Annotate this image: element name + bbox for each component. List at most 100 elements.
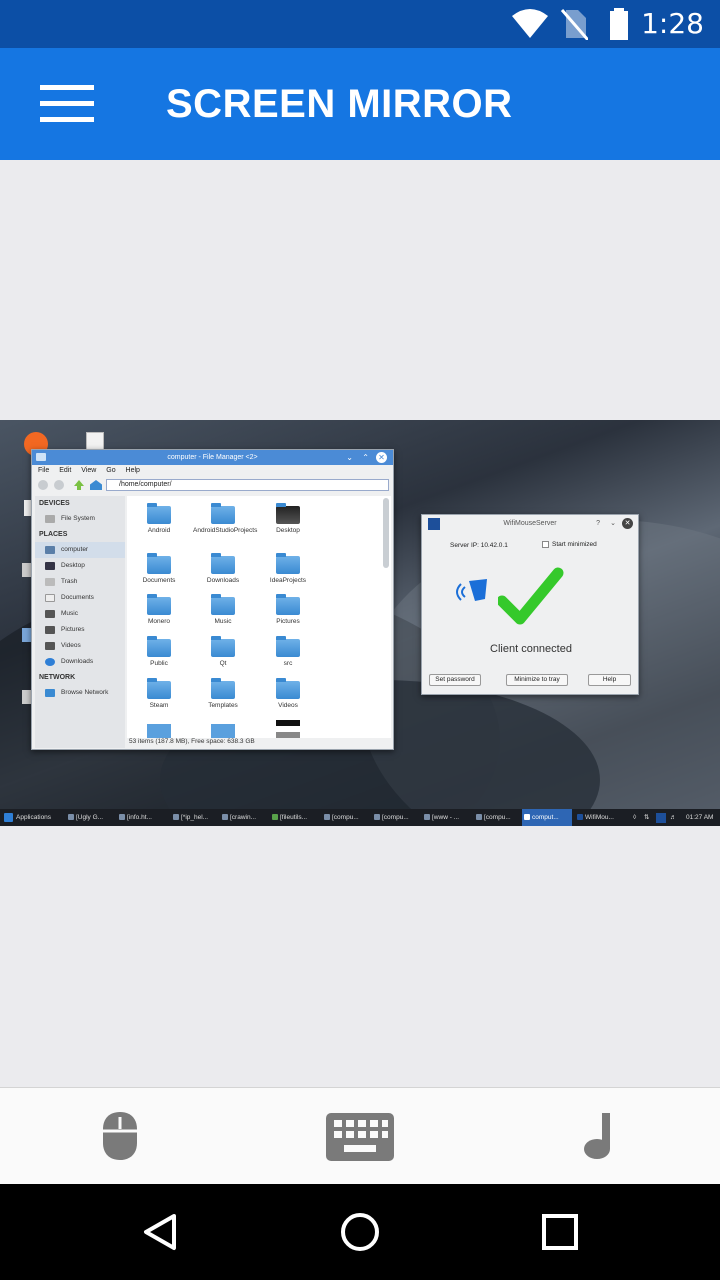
sidebar-item-pictures[interactable]: Pictures bbox=[35, 622, 125, 638]
folder-downloads[interactable]: Downloads bbox=[193, 553, 253, 584]
folder-qt[interactable]: Qt bbox=[193, 636, 253, 667]
navigation-bar bbox=[0, 1184, 720, 1280]
folder-public[interactable]: Public bbox=[129, 636, 189, 667]
status-text: 53 items (187.8 MB), Free space: 638.3 G… bbox=[129, 738, 255, 745]
folder-android[interactable]: Android bbox=[129, 503, 189, 534]
home-icon bbox=[45, 546, 55, 554]
applications-icon bbox=[4, 813, 13, 822]
status-clock: 1:28 bbox=[641, 7, 704, 40]
page-title: SCREEN MIRROR bbox=[166, 82, 513, 126]
menu-go[interactable]: Go bbox=[106, 467, 115, 474]
taskbar-item[interactable]: [crawin... bbox=[220, 809, 268, 826]
location-path-field[interactable]: /home/computer/ bbox=[106, 479, 389, 491]
taskbar-item[interactable]: [compu... bbox=[322, 809, 368, 826]
scrollbar[interactable] bbox=[383, 498, 389, 568]
close-icon[interactable]: ✕ bbox=[376, 452, 387, 463]
menu-edit[interactable]: Edit bbox=[59, 467, 71, 474]
menu-help[interactable]: Help bbox=[126, 467, 140, 474]
folder-androidstudioprojects[interactable]: AndroidStudioProjects bbox=[193, 503, 257, 534]
folder-pictures[interactable]: Pictures bbox=[258, 594, 318, 625]
applications-menu[interactable]: Applications bbox=[2, 809, 64, 826]
file-manager-sidebar: DEVICES File System PLACES computer Desk… bbox=[35, 496, 125, 748]
wifi-icon bbox=[512, 9, 548, 38]
folder-steam[interactable]: Steam bbox=[129, 678, 189, 709]
wifimouse-window[interactable]: WifiMouseServer ? ⌄ ✕ Server IP: 10.42.0… bbox=[421, 514, 639, 695]
maximize-icon[interactable]: ⌃ bbox=[362, 450, 369, 465]
network-tray-icon[interactable]: ⇅ bbox=[644, 809, 649, 826]
collapse-icon[interactable]: ⌄ bbox=[346, 450, 353, 465]
folder-music[interactable]: Music bbox=[193, 594, 253, 625]
screen-mirror-view[interactable]: computer - File Manager <2> ⌄ ⌃ ✕ File E… bbox=[0, 420, 720, 826]
help-button[interactable]: Help bbox=[588, 674, 631, 686]
sidebar-item-trash[interactable]: Trash bbox=[35, 574, 125, 590]
minimize-to-tray-button[interactable]: Minimize to tray bbox=[506, 674, 568, 686]
taskbar-item[interactable]: [compu... bbox=[372, 809, 418, 826]
taskbar-item[interactable]: [Ugly G... bbox=[66, 809, 114, 826]
sidebar-item-music[interactable]: Music bbox=[35, 606, 125, 622]
file-manager-window[interactable]: computer - File Manager <2> ⌄ ⌃ ✕ File E… bbox=[31, 449, 394, 750]
bluetooth-icon[interactable]: ◊ bbox=[633, 809, 636, 826]
menu-file[interactable]: File bbox=[38, 467, 49, 474]
menu-view[interactable]: View bbox=[81, 467, 96, 474]
folder-videos[interactable]: Videos bbox=[258, 678, 318, 709]
wifimouse-app-icon bbox=[428, 518, 440, 530]
folder-documents[interactable]: Documents bbox=[129, 553, 189, 584]
file-partial[interactable] bbox=[276, 720, 300, 738]
folder-desktop[interactable]: Desktop bbox=[258, 503, 318, 534]
wifimouse-tray-icon[interactable] bbox=[656, 813, 666, 823]
music-note-icon[interactable] bbox=[582, 1111, 618, 1161]
collapse-icon[interactable]: ⌄ bbox=[610, 515, 616, 533]
folder-monero[interactable]: Monero bbox=[129, 594, 189, 625]
sidebar-item-file-system[interactable]: File System bbox=[35, 511, 125, 527]
sidebar-item-documents[interactable]: Documents bbox=[35, 590, 125, 606]
hamburger-icon[interactable] bbox=[40, 85, 94, 123]
desktop-icon bbox=[45, 562, 55, 570]
forward-arrow-icon[interactable] bbox=[54, 480, 64, 490]
music-icon bbox=[45, 610, 55, 618]
status-bar: 1:28 bbox=[0, 0, 720, 48]
sidebar-item-desktop[interactable]: Desktop bbox=[35, 558, 125, 574]
downloads-icon bbox=[45, 658, 55, 666]
sidebar-item-videos[interactable]: Videos bbox=[35, 638, 125, 654]
wifi-mouse-logo-icon bbox=[456, 579, 487, 601]
mouse-icon[interactable] bbox=[101, 1111, 139, 1161]
back-arrow-icon[interactable] bbox=[38, 480, 48, 490]
wifimouse-title: WifiMouseServer bbox=[503, 520, 557, 527]
set-password-button[interactable]: Set password bbox=[429, 674, 481, 686]
sidebar-item-computer[interactable]: computer bbox=[35, 542, 125, 558]
back-icon[interactable] bbox=[140, 1212, 180, 1252]
sidebar-item-downloads[interactable]: Downloads bbox=[35, 654, 125, 670]
home-folder-icon[interactable] bbox=[90, 480, 102, 490]
wifimouse-titlebar[interactable]: WifiMouseServer ? ⌄ ✕ bbox=[422, 515, 638, 533]
app-bar: SCREEN MIRROR bbox=[0, 48, 720, 160]
folder-app-icon bbox=[36, 453, 46, 461]
devices-header: DEVICES bbox=[39, 500, 70, 507]
network-icon bbox=[45, 689, 55, 697]
control-bar bbox=[0, 1087, 720, 1184]
recents-icon[interactable] bbox=[542, 1214, 578, 1250]
folder-partial[interactable] bbox=[147, 724, 171, 738]
taskbar-item[interactable]: [*ip_hel... bbox=[171, 809, 219, 826]
taskbar-item[interactable]: WifiMou... bbox=[575, 809, 627, 826]
keyboard-icon[interactable] bbox=[326, 1113, 394, 1161]
start-minimized-checkbox[interactable]: Start minimized bbox=[542, 541, 597, 548]
drive-icon bbox=[45, 515, 55, 523]
taskbar-item[interactable]: [compu... bbox=[474, 809, 520, 826]
file-manager-toolbar: /home/computer/ bbox=[32, 477, 393, 493]
taskbar-item[interactable]: [info.ht... bbox=[117, 809, 165, 826]
folder-templates[interactable]: Templates bbox=[193, 678, 253, 709]
file-manager-titlebar[interactable]: computer - File Manager <2> ⌄ ⌃ ✕ bbox=[32, 450, 393, 465]
close-icon[interactable]: ✕ bbox=[622, 518, 633, 529]
taskbar-item-active[interactable]: comput... bbox=[522, 809, 572, 826]
network-header: NETWORK bbox=[39, 674, 76, 681]
folder-ideaprojects[interactable]: IdeaProjects bbox=[258, 553, 318, 584]
home-icon[interactable] bbox=[340, 1212, 380, 1252]
folder-src[interactable]: src bbox=[258, 636, 318, 667]
folder-partial[interactable] bbox=[211, 724, 235, 738]
volume-icon[interactable]: ♬ bbox=[670, 809, 677, 826]
help-icon[interactable]: ? bbox=[596, 515, 600, 533]
taskbar-item[interactable]: [www - ... bbox=[422, 809, 470, 826]
sidebar-item-browse-network[interactable]: Browse Network bbox=[35, 685, 125, 701]
up-arrow-icon[interactable] bbox=[74, 480, 84, 490]
taskbar-item[interactable]: [fileutils... bbox=[270, 809, 320, 826]
